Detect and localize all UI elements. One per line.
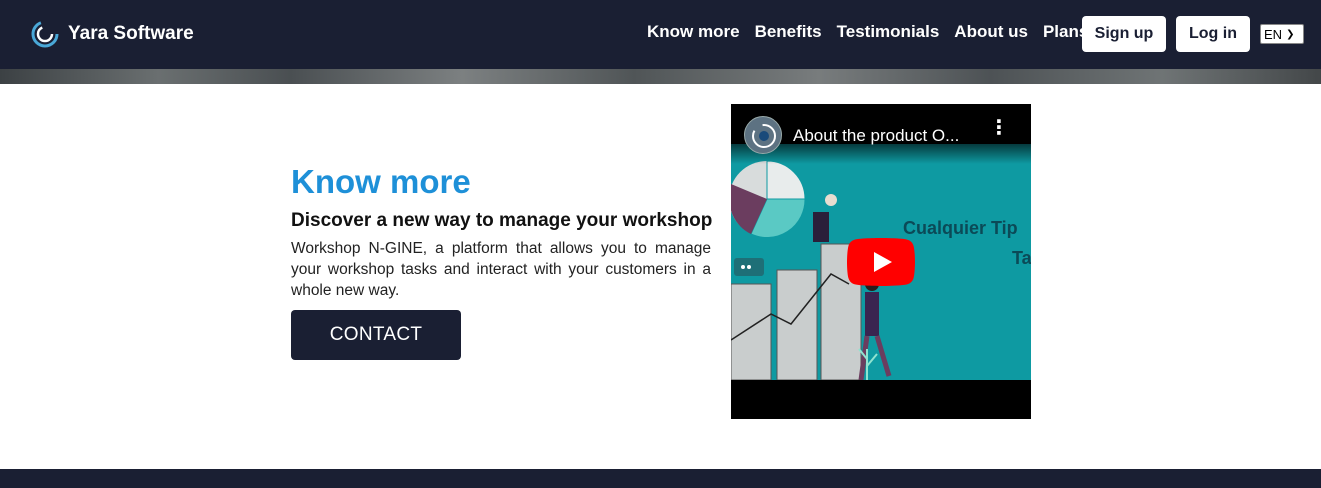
more-vertical-icon[interactable]: ⋮	[989, 118, 1009, 138]
language-select[interactable]: EN ❯	[1260, 24, 1304, 44]
brand-name: Yara Software	[68, 23, 194, 44]
nav-link-about-us[interactable]: About us	[954, 22, 1028, 42]
youtube-video-embed[interactable]: Cualquier Tip Ta About the product O... …	[731, 104, 1031, 419]
video-title[interactable]: About the product O...	[793, 126, 959, 146]
chevron-down-icon: ❯	[1286, 28, 1295, 40]
nav-link-testimonials[interactable]: Testimonials	[837, 22, 940, 42]
top-navbar: Yara Software Know more Benefits Testimo…	[0, 0, 1321, 69]
language-value: EN	[1264, 26, 1283, 42]
yara-logo-icon	[31, 20, 59, 48]
section-title: Know more	[291, 163, 471, 200]
hero-image-strip	[0, 69, 1321, 84]
main-nav: Know more Benefits Testimonials About us…	[647, 22, 1103, 42]
section-subtitle: Discover a new way to manage your worksh…	[291, 210, 713, 231]
youtube-play-icon[interactable]	[847, 238, 915, 286]
video-overlay-text-1: Cualquier Tip	[903, 218, 1018, 238]
nav-link-benefits[interactable]: Benefits	[755, 22, 822, 42]
sign-up-button[interactable]: Sign up	[1082, 16, 1166, 52]
video-overlay-text-2: Ta	[1012, 248, 1031, 268]
log-in-button[interactable]: Log in	[1176, 16, 1250, 52]
brand[interactable]: Yara Software	[30, 17, 194, 51]
channel-logo-icon	[752, 124, 776, 148]
nav-link-know-more[interactable]: Know more	[647, 22, 740, 42]
section-description: Workshop N-GINE, a platform that allows …	[291, 240, 711, 299]
contact-button[interactable]: CONTACT	[291, 310, 461, 360]
footer-bar	[0, 469, 1321, 488]
channel-avatar[interactable]	[744, 116, 782, 154]
